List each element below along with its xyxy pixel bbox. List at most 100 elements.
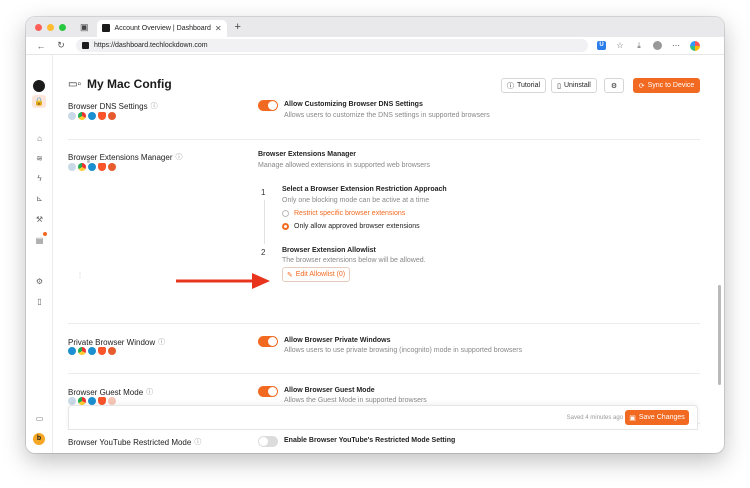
step-number-1: 1 [261,188,266,197]
dns-setting-title: Browser DNS Settings ⓘ [68,101,158,111]
back-arrow-icon[interactable]: ← [36,41,46,51]
chrome-icon [78,347,86,355]
user-avatar[interactable]: b [33,433,45,445]
edge-icon [88,163,96,171]
safari-icon [68,397,76,405]
firefox-icon [108,163,116,171]
window-controls [35,23,66,31]
save-changes-button[interactable]: ▣ Save Changes [625,410,689,425]
guest-option-desc: Allows the Guest Mode in supported brows… [284,397,427,404]
guest-mode-toggle[interactable] [258,386,278,397]
new-tab-button[interactable]: + [235,21,241,33]
chrome-icon [78,163,86,171]
download-icon[interactable]: ⤓ [634,41,644,51]
chrome-icon [78,112,86,120]
favorites-icon[interactable]: ☆ [615,41,625,50]
private-option-desc: Allows users to use private browsing (in… [284,347,523,354]
main-content: ▭▫ My Mac Config ⓘ Tutorial ▯ Uninstall … [53,55,724,453]
private-option-title: Allow Browser Private Windows [284,337,391,344]
restrict-specific-radio[interactable] [282,210,289,217]
url-field[interactable]: https://dashboard.techlockdown.com [76,39,588,52]
youtube-option-title: Enable Browser YouTube's Restricted Mode… [284,437,456,444]
vertical-scrollbar[interactable] [718,285,721,385]
tutorial-button[interactable]: ⓘ Tutorial [501,78,546,93]
reload-icon[interactable]: ↻ [56,40,66,51]
maximize-window-button[interactable] [59,23,66,31]
address-bar: ← ↻ https://dashboard.techlockdown.com U… [26,37,724,55]
edge-icon [88,347,96,355]
section-divider [68,139,700,140]
private-window-toggle[interactable] [258,336,278,347]
app-sidebar: 🔒 ⌂ ≋ ϟ ⊾ ⚒ ▤ ⚙ ▯ ▭ b [26,55,53,453]
wrench-icon[interactable]: ⚒ [34,215,45,224]
tab-grid-icon[interactable]: ▣ [80,22,89,33]
title-bar: ▣ Account Overview | Dashboard ✕ + [26,17,724,37]
guest-setting-title: Browser Guest Mode ⓘ [68,387,153,397]
dns-toggle[interactable] [258,100,278,111]
restrict-specific-label[interactable]: Restrict specific browser extensions [294,210,405,217]
guest-title-text: Browser Guest Mode [68,387,144,397]
allow-approved-radio-row[interactable]: Only allow approved browser extensions [282,223,420,230]
chart-icon[interactable]: ⊾ [34,194,45,203]
edge-icon [88,397,96,405]
edit-pencil-icon: ✎ [286,271,293,279]
copilot-icon[interactable] [690,40,700,51]
info-icon[interactable]: ⓘ [146,387,153,397]
youtube-title-text: Browser YouTube Restricted Mode [68,437,192,447]
chat-icon[interactable]: ▭ [34,414,45,423]
book-icon[interactable]: ▯ [34,297,45,306]
layers-icon[interactable]: ≋ [34,154,45,163]
home-icon[interactable]: ⌂ [34,134,45,143]
info-icon[interactable]: ⓘ [194,437,201,447]
safari-icon [68,163,76,171]
private-setting-title: Private Browser Window ⓘ [68,337,165,347]
uninstall-button[interactable]: ▯ Uninstall [551,78,597,93]
edit-allowlist-button[interactable]: ✎ Edit Allowlist (0) [282,267,350,282]
info-icon[interactable]: ⓘ [158,337,165,347]
brave-icon [98,397,106,405]
pane-resize-handle[interactable]: ⋮ [77,272,83,279]
sync-label: Sync to Device [647,82,695,89]
step1-title: Select a Browser Extension Restriction A… [282,186,447,193]
uninstall-label: Uninstall [564,82,591,89]
firefox-icon [108,112,116,120]
brand-logo-icon[interactable] [33,80,45,92]
extensions-option-desc: Manage allowed extensions in supported w… [258,162,430,169]
info-icon[interactable]: ⓘ [151,101,158,111]
extensions-title-text: Browser Extensions Manager [68,152,173,162]
firefox-icon [108,397,116,405]
info-icon[interactable]: ⓘ [176,152,183,162]
allow-approved-label[interactable]: Only allow approved browser extensions [294,223,420,230]
lightning-icon[interactable]: ϟ [34,174,45,183]
brave-icon [98,347,106,355]
tab-close-icon[interactable]: ✕ [215,24,222,33]
restrict-specific-radio-row[interactable]: Restrict specific browser extensions [282,210,405,217]
edge-icon [88,112,96,120]
settings-gear-icon[interactable]: ⚙ [34,277,45,286]
brave-icon [98,163,106,171]
edit-allowlist-label: Edit Allowlist (0) [295,271,346,278]
password-extension-icon[interactable]: U [597,41,606,50]
page-title: My Mac Config [87,77,172,91]
minimize-window-button[interactable] [47,23,54,31]
sync-to-device-button[interactable]: ⟳ Sync to Device [633,78,700,93]
chrome-icon [78,397,86,405]
safari-icon [68,112,76,120]
lock-icon[interactable]: 🔒 [32,95,46,108]
browser-tab[interactable]: Account Overview | Dashboard ✕ [96,19,227,37]
more-menu-icon[interactable]: ⋯ [671,41,681,50]
dns-option-title: Allow Customizing Browser DNS Settings [284,101,423,108]
profile-avatar-icon[interactable] [653,41,662,50]
step2-title: Browser Extension Allowlist [282,247,376,254]
step2-desc: The browser extensions below will be all… [282,257,426,264]
allow-approved-radio[interactable] [282,223,289,230]
close-window-button[interactable] [35,23,42,31]
file-icon[interactable]: ▤ [34,236,45,245]
step1-desc: Only one blocking mode can be active at … [282,197,430,204]
config-settings-button[interactable]: ⚙ [604,78,624,93]
gear-icon: ⚙ [610,82,618,90]
youtube-restricted-toggle[interactable] [258,436,278,447]
extensions-option-title: Browser Extensions Manager [258,151,357,158]
safari-icon [68,347,76,355]
step-number-2: 2 [261,248,266,257]
